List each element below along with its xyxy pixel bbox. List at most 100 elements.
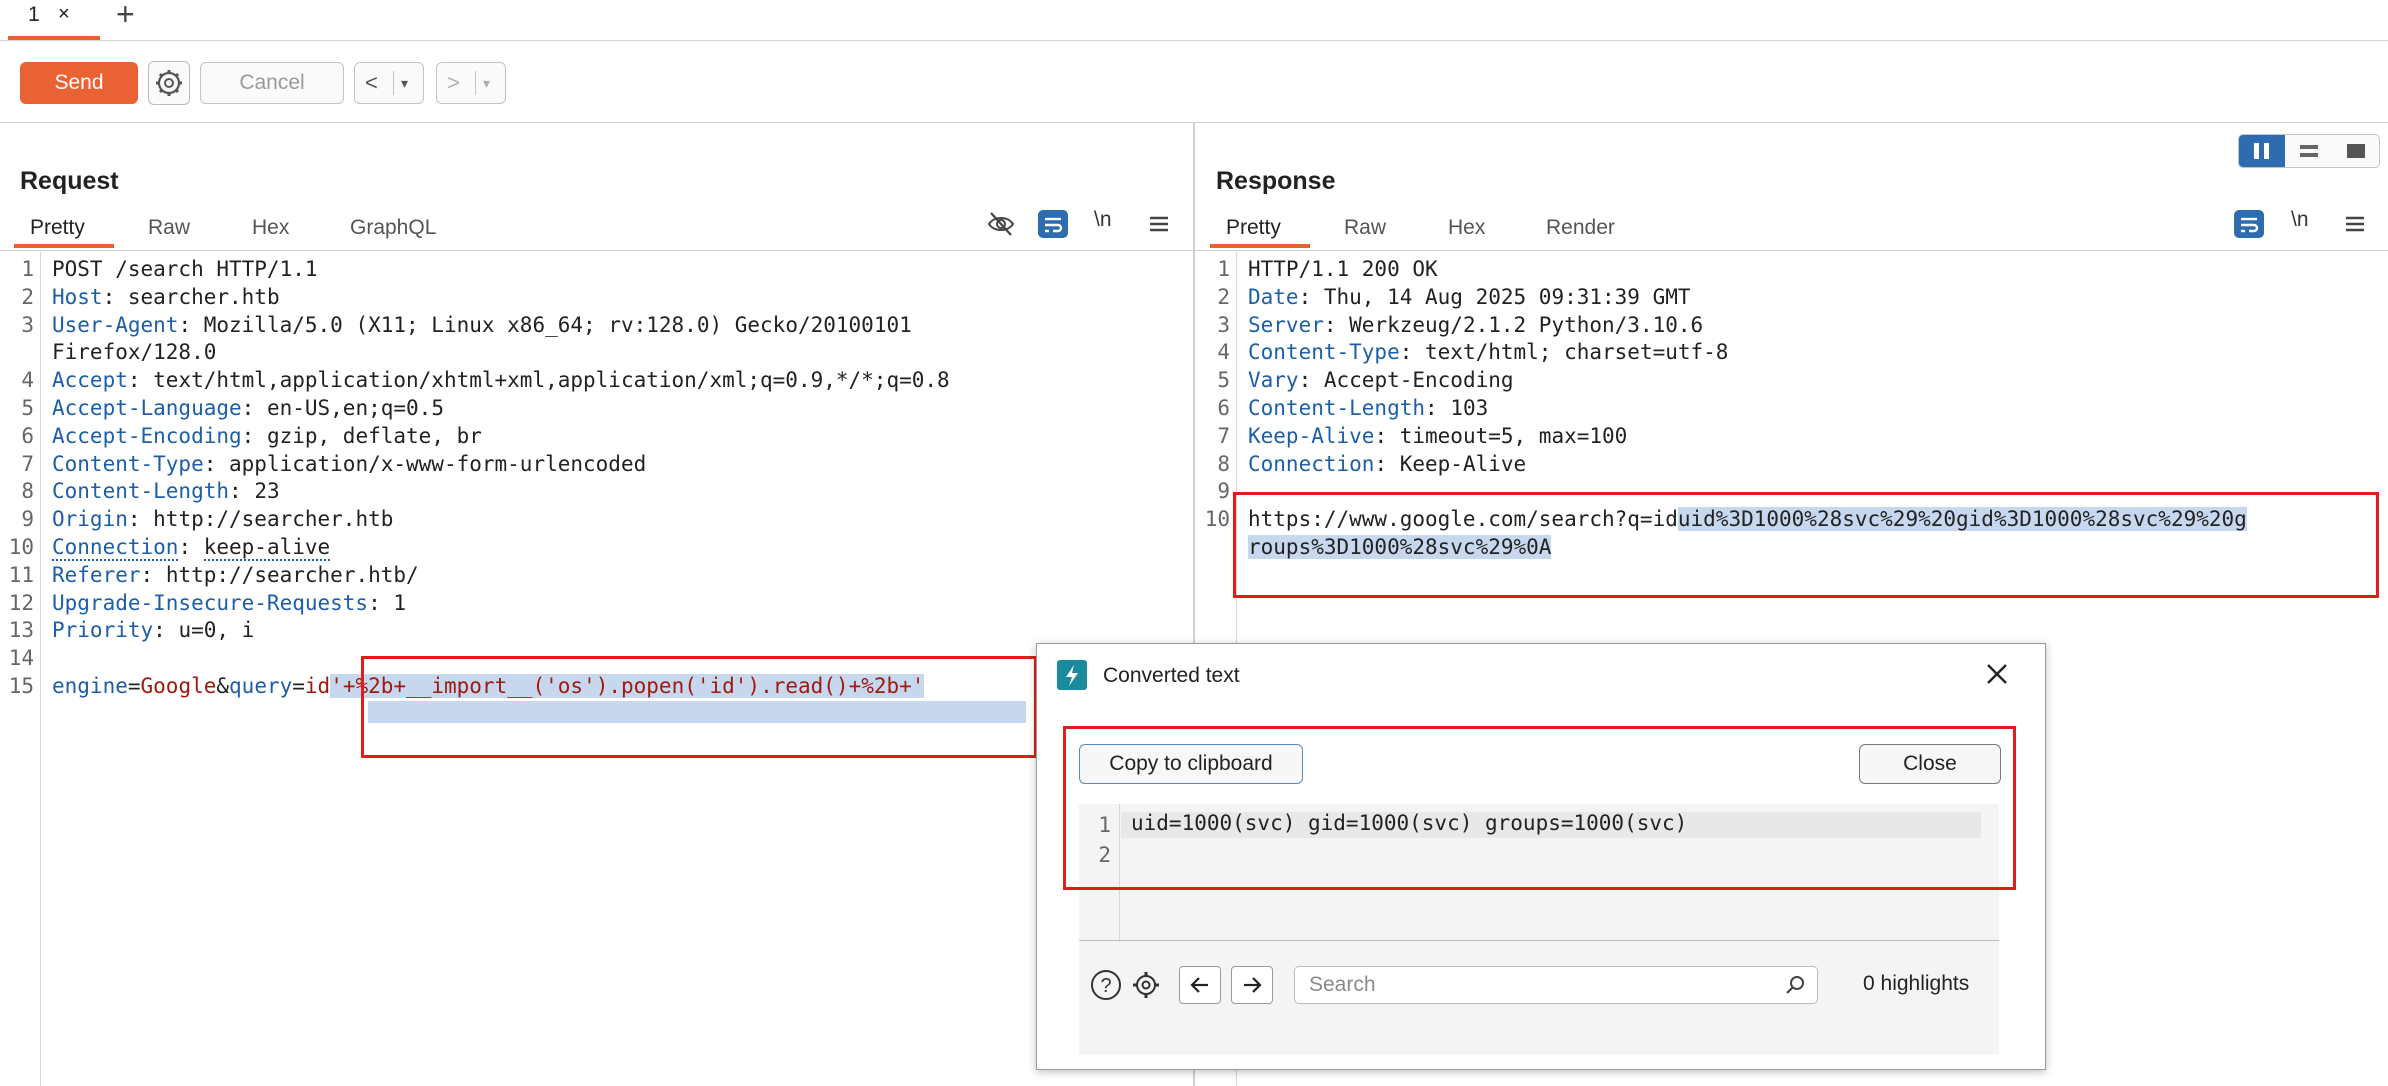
- header-name: Upgrade-Insecure-Requests: [52, 590, 369, 615]
- hamburger-menu-icon: [1150, 216, 1168, 232]
- header-value: u=0, i: [178, 618, 255, 643]
- wrap-lines-button[interactable]: [2234, 210, 2264, 238]
- code-line: Upgrade-Insecure-Requests: 1: [52, 590, 406, 618]
- code-line: Origin: http://searcher.htb: [52, 506, 393, 534]
- app-logo-icon: [1057, 660, 1087, 690]
- response-tab-render[interactable]: Render: [1546, 216, 1615, 240]
- body-param: engine: [52, 674, 128, 698]
- line-number: 10: [1204, 507, 1230, 532]
- callout-highlight-box: [1063, 726, 2016, 890]
- header-value: gzip, deflate, br: [266, 423, 482, 448]
- header-name: Referer: [52, 562, 141, 587]
- header-value: Thu, 14 Aug 2025 09:31:39 GMT: [1323, 284, 1691, 309]
- rows-icon-bar: [2300, 153, 2318, 157]
- header-name: Host: [52, 284, 103, 309]
- search-input[interactable]: [1307, 971, 1771, 999]
- header-colon: :: [1374, 451, 1400, 476]
- request-tab-pretty[interactable]: Pretty: [30, 216, 85, 240]
- code-line: Vary: Accept-Encoding: [1248, 367, 1514, 395]
- request-tab-hex[interactable]: Hex: [252, 216, 289, 240]
- body-equals: =: [292, 674, 305, 698]
- line-number: 8: [21, 479, 34, 504]
- new-tab-button[interactable]: +: [116, 0, 135, 30]
- send-button[interactable]: Send: [20, 62, 138, 104]
- header-name: Accept-Language: [52, 396, 242, 420]
- active-tab-indicator: [1210, 244, 1310, 248]
- response-tab-raw[interactable]: Raw: [1344, 216, 1386, 240]
- search-settings-button[interactable]: [1129, 968, 1163, 1002]
- code-line: Content-Type: application/x-www-form-url…: [52, 451, 646, 479]
- response-title: Response: [1216, 167, 1336, 195]
- wrap-icon: [2241, 217, 2259, 233]
- header-value: searcher.htb: [127, 284, 280, 309]
- header-value: text/html; charset=utf-8: [1425, 340, 1729, 365]
- hide-nonprinting-button[interactable]: [986, 210, 1016, 238]
- header-name: Priority: [52, 618, 154, 643]
- header-name: Content-Length: [1248, 396, 1426, 420]
- line-number: 6: [21, 423, 34, 448]
- eye-slash-icon: [987, 212, 1015, 236]
- header-colon: :: [1298, 284, 1324, 309]
- header-value: Accept-Encoding: [1323, 368, 1514, 393]
- forward-dropdown-icon[interactable]: ▾: [483, 63, 490, 103]
- gear-icon: [1133, 972, 1159, 998]
- tab-bar: [0, 0, 2388, 41]
- code-line: Connection: keep-alive: [52, 534, 331, 562]
- line-number: 15: [8, 674, 34, 698]
- request-tab-graphql[interactable]: GraphQL: [350, 216, 436, 240]
- back-dropdown-icon[interactable]: ▾: [401, 63, 408, 103]
- line-number: 4: [1217, 340, 1230, 365]
- cancel-button[interactable]: Cancel: [200, 62, 344, 104]
- code-line: Content-Length: 103: [1248, 395, 1488, 423]
- dialog-close-icon[interactable]: [1981, 658, 2013, 690]
- line-number: 10: [8, 535, 34, 559]
- header-value: Mozilla/5.0 (X11; Linux x86_64; rv:128.0…: [203, 312, 912, 337]
- line-number: 5: [1217, 368, 1230, 393]
- editor-footer-border: [1079, 940, 1999, 941]
- code-line: Accept: text/html,application/xhtml+xml,…: [52, 367, 950, 395]
- line-number: 6: [1217, 396, 1230, 420]
- wrap-lines-button[interactable]: [1038, 210, 1068, 238]
- show-newlines-button[interactable]: \n: [1094, 208, 1112, 232]
- line-number: 7: [21, 451, 34, 476]
- code-line: User-Agent: Mozilla/5.0 (X11; Linux x86_…: [52, 312, 912, 340]
- request-tab-raw[interactable]: Raw: [148, 216, 190, 240]
- code-line: Accept-Language: en-US,en;q=0.5: [52, 395, 444, 423]
- tab-1[interactable]: 1 ×: [8, 0, 100, 40]
- separator: [475, 71, 476, 95]
- header-colon: :: [178, 535, 204, 559]
- response-tab-pretty[interactable]: Pretty: [1226, 216, 1281, 240]
- code-text: POST /search HTTP/1.1: [52, 257, 318, 281]
- code-line: Referer: http://searcher.htb/: [52, 562, 419, 590]
- code-line: Accept-Encoding: gzip, deflate, br: [52, 423, 482, 451]
- arrow-left-icon: [1190, 977, 1208, 993]
- forward-arrow-icon: >: [447, 70, 460, 95]
- help-button[interactable]: ?: [1089, 968, 1123, 1002]
- response-menu-button[interactable]: [2340, 210, 2370, 238]
- show-newlines-button[interactable]: \n: [2291, 208, 2309, 232]
- back-button[interactable]: < ▾: [354, 62, 424, 104]
- header-name: Accept-Encoding: [52, 423, 242, 448]
- header-value: 1: [393, 590, 407, 615]
- response-tab-hex[interactable]: Hex: [1448, 216, 1485, 240]
- request-menu-button[interactable]: [1144, 210, 1174, 238]
- svg-text:?: ?: [1100, 975, 1111, 997]
- layout-stacked-button[interactable]: [2286, 135, 2332, 167]
- header-colon: :: [127, 368, 154, 393]
- search-field[interactable]: [1294, 966, 1818, 1004]
- tab-close-icon[interactable]: ×: [58, 0, 70, 29]
- highlights-count: 0 highlights: [1863, 972, 1970, 995]
- code-line: HTTP/1.1 200 OK: [1248, 256, 1438, 284]
- settings-button[interactable]: [148, 61, 190, 105]
- forward-button[interactable]: > ▾: [436, 62, 506, 104]
- layout-tabbed-button[interactable]: [2333, 135, 2379, 167]
- help-icon: ?: [1091, 970, 1121, 1000]
- next-match-button[interactable]: [1231, 966, 1273, 1004]
- header-value: timeout=5, max=100: [1399, 423, 1628, 448]
- line-number: 9: [21, 507, 34, 532]
- line-number: 3: [1217, 312, 1230, 337]
- previous-match-button[interactable]: [1179, 966, 1221, 1004]
- layout-side-by-side-button[interactable]: [2239, 135, 2285, 167]
- body-value: Google: [140, 674, 217, 698]
